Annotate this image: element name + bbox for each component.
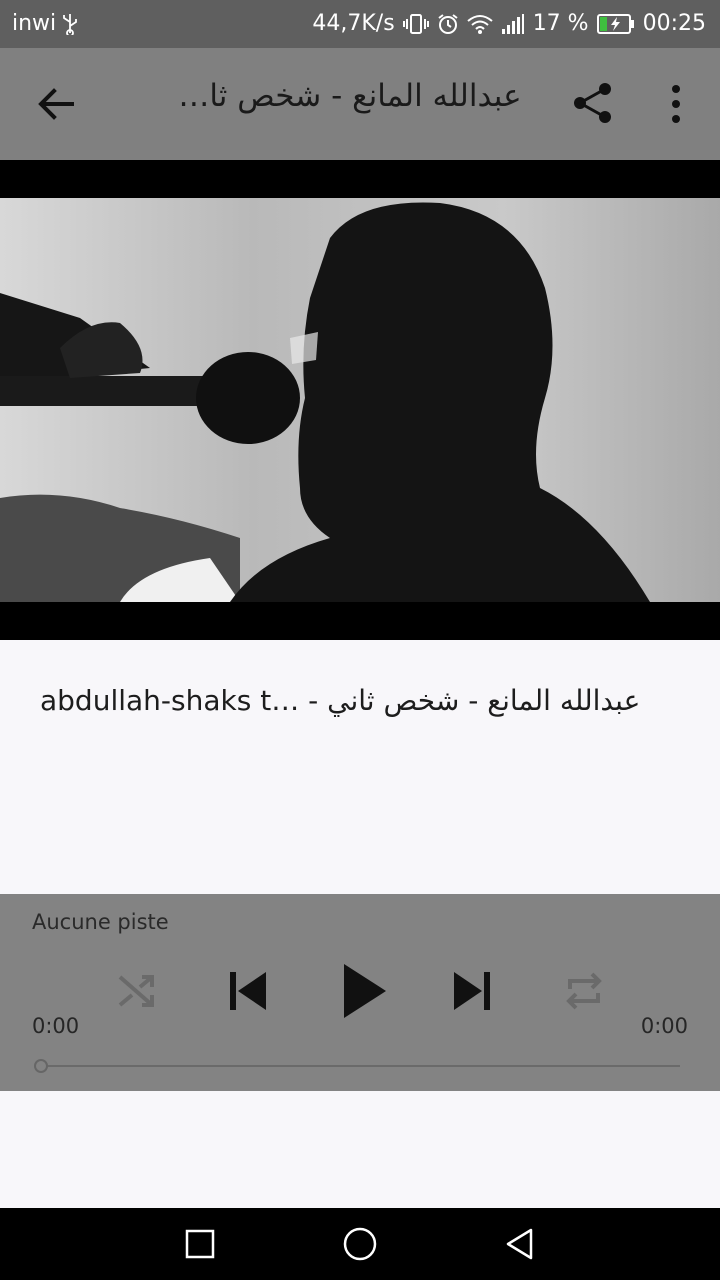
skip-next-icon[interactable]	[450, 966, 494, 1016]
share-icon[interactable]	[570, 80, 616, 126]
recents-square-icon[interactable]	[184, 1226, 216, 1262]
video-frame	[0, 198, 720, 602]
seek-thumb[interactable]	[34, 1059, 48, 1073]
battery-percent: 17 %	[532, 11, 589, 36]
duration-time: 0:00	[640, 1014, 688, 1038]
page-title: عبدالله المانع - شخص ثا…	[178, 78, 522, 114]
usb-icon	[63, 13, 78, 35]
back-triangle-icon[interactable]	[504, 1226, 536, 1262]
play-icon[interactable]	[338, 960, 390, 1022]
repeat-icon[interactable]	[562, 969, 606, 1013]
player-status: Aucune piste	[32, 910, 169, 934]
home-circle-icon[interactable]	[342, 1226, 378, 1262]
battery-charging-icon	[596, 13, 634, 34]
shuffle-icon[interactable]	[114, 969, 158, 1013]
arrow-back-icon[interactable]	[34, 82, 78, 126]
more-vert-icon[interactable]	[662, 82, 690, 126]
skip-previous-icon[interactable]	[226, 966, 270, 1016]
player-panel: Aucune piste 0:00 0:00	[0, 894, 720, 1091]
wifi-icon	[467, 14, 493, 34]
status-bar: inwi 44,7K/s 17 % 00:25	[0, 0, 720, 48]
clock: 00:25	[642, 11, 706, 36]
alarm-icon	[438, 13, 458, 34]
seek-bar[interactable]	[40, 1065, 680, 1067]
elapsed-time: 0:00	[32, 1014, 80, 1038]
app-bar: عبدالله المانع - شخص ثا…	[0, 48, 720, 160]
video-frame-image	[0, 198, 720, 602]
carrier-label: inwi	[12, 11, 57, 36]
signal-icon	[501, 13, 524, 34]
vibrate-icon	[402, 13, 429, 34]
track-name: abdullah-shaks t… - عبدالله المانع - شخص…	[40, 684, 641, 717]
network-speed: 44,7K/s	[312, 11, 395, 36]
video-player[interactable]	[0, 160, 720, 640]
system-nav-bar	[0, 1208, 720, 1280]
